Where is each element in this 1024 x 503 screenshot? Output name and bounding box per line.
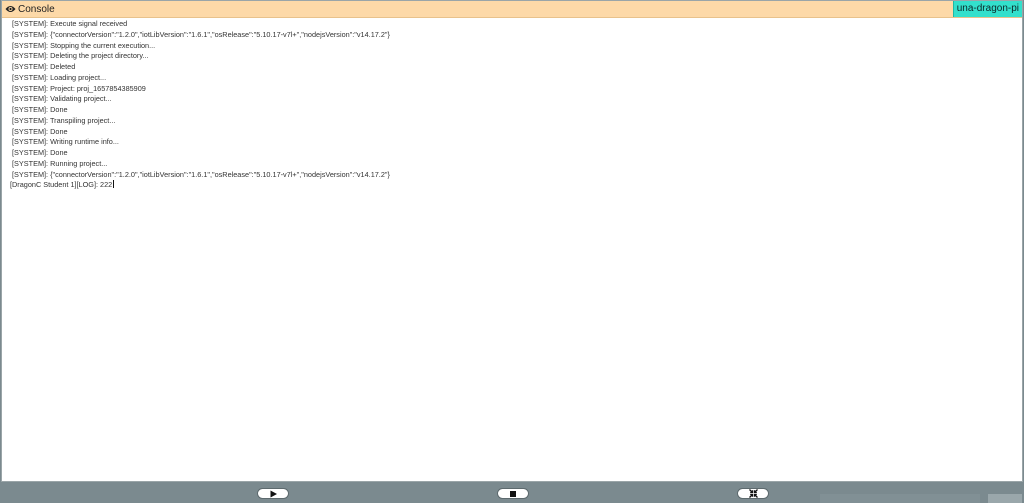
console-user-log-line: [DragonC Student 1][LOG]: 222 [2,180,1022,191]
collapse-arrows-icon [748,489,758,498]
console-panel: Console una-dragon-pi [SYSTEM]: Execute … [1,0,1023,482]
console-log-line: [SYSTEM]: Done [12,105,68,114]
console-title: Console [18,3,55,15]
console-log-line: [SYSTEM]: Deleted [12,62,76,71]
console-log-line: [SYSTEM]: {"connectorVersion":"1.2.0","i… [12,29,390,39]
console-log-line: [SYSTEM]: Done [12,148,68,157]
device-badge: una-dragon-pi [952,1,1022,17]
console-header: Console una-dragon-pi [2,1,1022,18]
app-window: Console una-dragon-pi [SYSTEM]: Execute … [0,0,1024,503]
stop-button[interactable] [497,488,529,499]
user-log-text: [DragonC Student 1][LOG]: 222 [10,180,113,190]
console-log-line: [SYSTEM]: Loading project... [12,72,107,82]
obscured-action-button[interactable] [988,494,1022,503]
run-button[interactable] [257,488,289,499]
console-output[interactable]: [SYSTEM]: Execute signal received [SYSTEM… [2,18,1022,481]
console-log-line: [SYSTEM]: Deleting the project directory… [12,51,149,61]
text-cursor [113,180,115,189]
console-log-line: [SYSTEM]: Stopping the current execution… [12,40,156,50]
console-log-line: [SYSTEM]: Done [12,126,68,136]
console-log-line: [SYSTEM]: Execute signal received [12,19,128,28]
console-log-line: [SYSTEM]: Validating project... [12,94,112,104]
console-log-line: [SYSTEM]: Transpiling project... [12,115,116,125]
obscured-status-area [820,494,980,503]
console-log-line: [SYSTEM]: Writing runtime info... [12,137,119,147]
eye-icon[interactable] [5,4,16,15]
console-log-line: [SYSTEM]: Running project... [12,158,108,168]
stop-icon [510,490,516,497]
collapse-button[interactable] [737,488,769,499]
console-log-line: [SYSTEM]: {"connectorVersion":"1.2.0","i… [12,169,390,179]
console-log-line: [SYSTEM]: Project: proj_1657854385909 [12,83,146,93]
play-icon [270,490,277,497]
